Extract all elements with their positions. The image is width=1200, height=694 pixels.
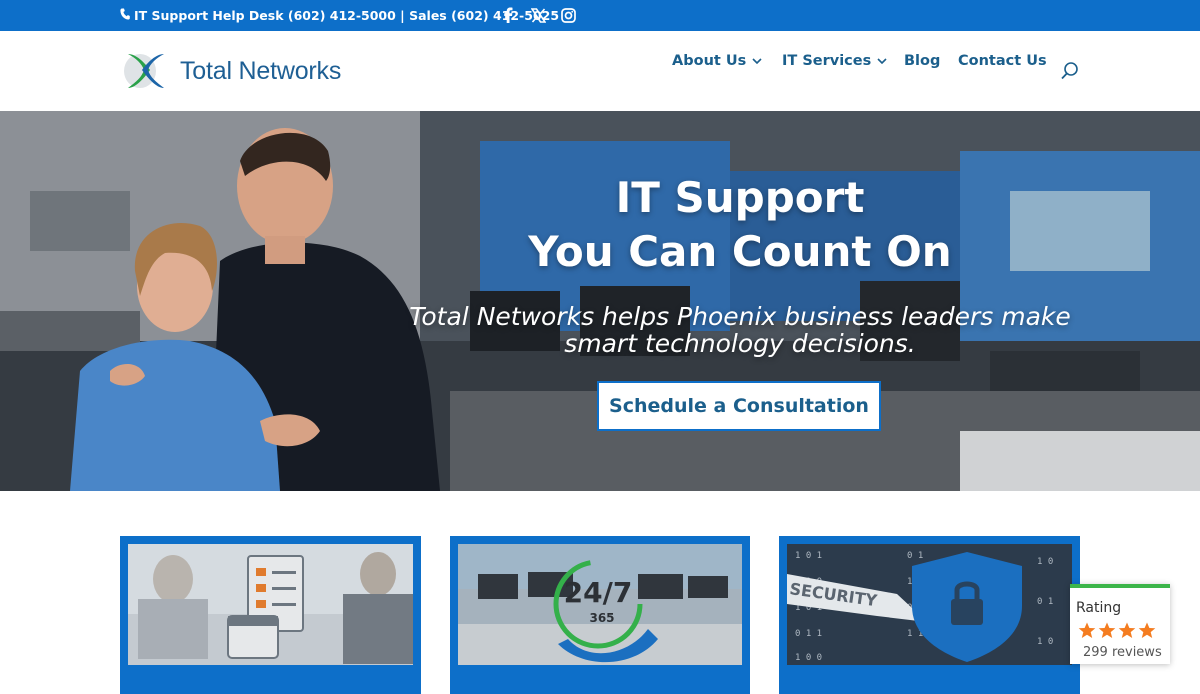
star-icon — [1098, 622, 1116, 638]
facebook-icon[interactable] — [500, 6, 516, 24]
security-card-image: 1 0 10 1 01 0 10 1 11 0 0 0 11 00 11 1 1… — [787, 544, 1072, 665]
planning-card[interactable] — [120, 536, 421, 694]
svg-text:0 1 1: 0 1 1 — [795, 629, 822, 639]
security-card[interactable]: 1 0 10 1 01 0 10 1 11 0 0 0 11 00 11 1 1… — [779, 536, 1080, 694]
support-247-card[interactable]: 24/7 365 — [450, 536, 750, 694]
star-icon — [1118, 622, 1136, 638]
support-247-text: 24/7 — [564, 576, 633, 609]
svg-text:0 1: 0 1 — [1037, 597, 1053, 607]
search-button[interactable] — [1060, 61, 1080, 81]
planning-card-image — [128, 544, 413, 665]
chevron-down-icon — [877, 58, 887, 64]
nav-it-services[interactable]: IT Services — [782, 53, 887, 69]
nav-contact-us[interactable]: Contact Us — [958, 53, 1047, 69]
star-icon — [1138, 622, 1156, 638]
search-icon — [1061, 62, 1078, 80]
rating-label: Rating — [1076, 600, 1122, 616]
site-header: Total Networks About Us IT Services Blog… — [0, 31, 1200, 111]
svg-text:0 1: 0 1 — [907, 551, 923, 561]
x-icon[interactable] — [530, 6, 546, 24]
phone-icon — [120, 8, 130, 23]
hero-title-line2: You Can Count On — [528, 227, 952, 276]
contact-info: IT Support Help Desk (602) 412-5000 | Sa… — [120, 8, 559, 23]
schedule-consultation-button[interactable]: Schedule a Consultation — [597, 381, 881, 431]
contact-text[interactable]: IT Support Help Desk (602) 412-5000 | Sa… — [134, 8, 559, 23]
rating-stars — [1078, 622, 1156, 639]
svg-text:1 0 0: 1 0 0 — [795, 653, 822, 663]
star-icon — [1078, 622, 1096, 638]
nav-label: Contact Us — [958, 53, 1047, 69]
svg-text:1 0 1: 1 0 1 — [795, 551, 822, 561]
rating-widget[interactable]: Rating 299 reviews — [1070, 584, 1170, 664]
logo[interactable]: Total Networks — [122, 50, 341, 92]
review-count: 299 reviews — [1083, 645, 1162, 660]
hero-title: IT Support You Can Count On — [440, 171, 1040, 279]
svg-text:1 0: 1 0 — [1037, 557, 1053, 567]
support-365-text: 365 — [589, 611, 614, 625]
hero-subtitle: Total Networks helps Phoenix business le… — [409, 302, 1071, 358]
top-bar: IT Support Help Desk (602) 412-5000 | Sa… — [0, 0, 1200, 31]
nav-label: IT Services — [782, 53, 872, 69]
nav-blog[interactable]: Blog — [904, 53, 940, 69]
hero-section: IT Support You Can Count On Total Networ… — [0, 111, 1200, 491]
nav-about-us[interactable]: About Us — [672, 53, 762, 69]
hero-title-line1: IT Support — [615, 173, 865, 222]
chevron-down-icon — [752, 58, 762, 64]
nav-label: About Us — [672, 53, 747, 69]
svg-text:1 0: 1 0 — [1037, 637, 1053, 647]
logo-text: Total Networks — [180, 56, 342, 85]
social-links — [500, 6, 576, 24]
support-247-card-image: 24/7 365 — [458, 544, 742, 665]
instagram-icon[interactable] — [560, 6, 576, 24]
logo-mark-icon — [124, 54, 164, 88]
nav-label: Blog — [904, 53, 941, 69]
